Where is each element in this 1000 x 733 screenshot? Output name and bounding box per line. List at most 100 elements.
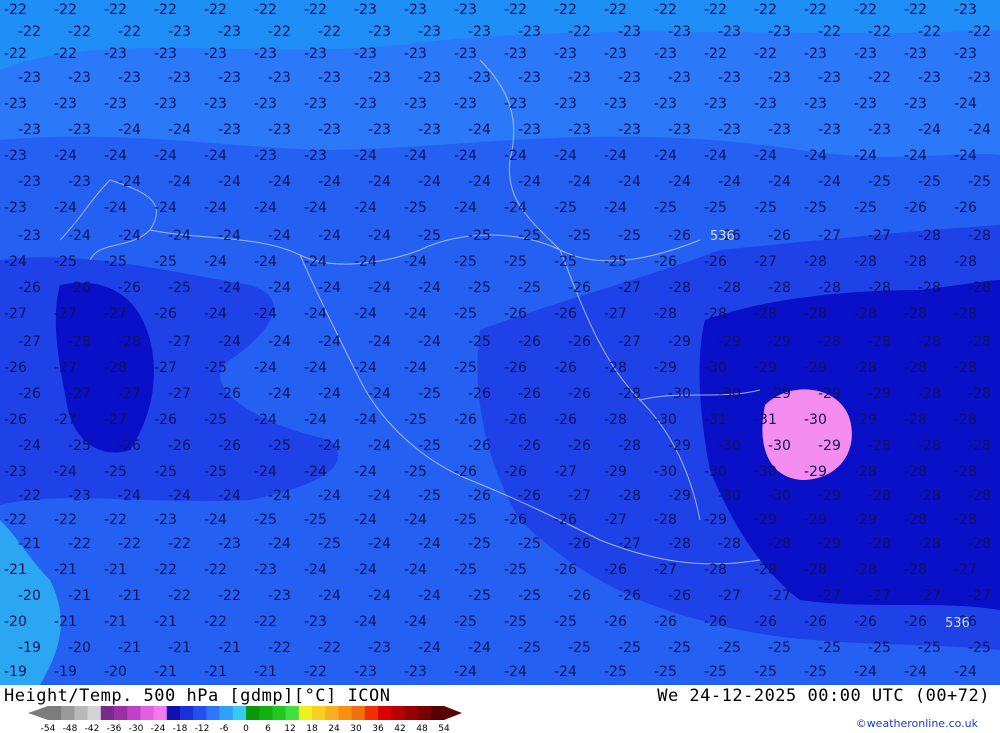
contour-label: -28 xyxy=(854,254,877,270)
contour-label: -26 xyxy=(804,614,827,630)
credit-link[interactable]: ©weatheronline.co.uk xyxy=(856,717,978,730)
contour-label: -28 xyxy=(604,360,627,376)
contour-label: -29 xyxy=(668,488,691,504)
contour-label: -27 xyxy=(818,228,841,244)
contour-label: -28 xyxy=(954,306,977,322)
contour-label: -24 xyxy=(404,254,427,270)
contour-label: -25 xyxy=(968,174,991,190)
contour-label: -27 xyxy=(54,306,77,322)
contour-label: -30 xyxy=(804,412,827,428)
contour-label: -23 xyxy=(554,96,577,112)
contour-label: -24 xyxy=(854,148,877,164)
contour-label: -25 xyxy=(818,640,841,656)
contour-label: -28 xyxy=(918,536,941,552)
scale-tick-label: -18 xyxy=(173,724,188,733)
contour-label: -21 xyxy=(68,588,91,604)
contour-label: -24 xyxy=(18,438,41,454)
contour-label: -22 xyxy=(54,512,77,528)
contour-label: -23 xyxy=(918,70,941,86)
contour-label: -27 xyxy=(618,334,641,350)
contour-label: -24 xyxy=(304,360,327,376)
contour-label: -31 xyxy=(754,412,777,428)
contour-label: -26 xyxy=(4,412,27,428)
contour-label: -23 xyxy=(704,96,727,112)
contour-label: -23 xyxy=(204,46,227,62)
contour-label: -24 xyxy=(318,438,341,454)
contour-label: -23 xyxy=(654,46,677,62)
contour-label: -27 xyxy=(968,588,991,604)
contour-label: -25 xyxy=(404,412,427,428)
contour-label: -25 xyxy=(468,228,491,244)
contour-label: -28 xyxy=(118,334,141,350)
contour-label: -23 xyxy=(518,122,541,138)
contour-label: -22 xyxy=(904,2,927,18)
contour-label: -26 xyxy=(18,280,41,296)
scale-swatch xyxy=(259,706,273,720)
contour-label: -23 xyxy=(268,122,291,138)
contour-label: -23 xyxy=(254,96,277,112)
contour-label: -23 xyxy=(218,536,241,552)
contour-label: -28 xyxy=(904,306,927,322)
contour-label: -21 xyxy=(204,664,227,680)
contour-label: -30 xyxy=(704,464,727,480)
contour-label: -23 xyxy=(954,46,977,62)
contour-label: -24 xyxy=(504,664,527,680)
contour-label: -25 xyxy=(68,438,91,454)
contour-label: -23 xyxy=(354,664,377,680)
contour-label: -23 xyxy=(604,46,627,62)
contour-label: -30 xyxy=(654,464,677,480)
map-title: Height/Temp. 500 hPa [gdmp][°C] ICON xyxy=(4,686,391,706)
contour-label: -24 xyxy=(368,174,391,190)
contour-label: -22 xyxy=(118,536,141,552)
contour-label: -27 xyxy=(604,306,627,322)
contour-label: -25 xyxy=(104,464,127,480)
contour-label: -24 xyxy=(68,228,91,244)
contour-label: -23 xyxy=(4,96,27,112)
contour-label: -24 xyxy=(354,306,377,322)
contour-label: -23 xyxy=(18,70,41,86)
contour-label: -22 xyxy=(704,2,727,18)
contour-label: -25 xyxy=(254,512,277,528)
contour-label: -23 xyxy=(204,96,227,112)
contour-label: -28 xyxy=(704,306,727,322)
contour-label: -27 xyxy=(68,386,91,402)
contour-label: -23 xyxy=(4,464,27,480)
contour-label: -23 xyxy=(118,70,141,86)
contour-label: -24 xyxy=(468,122,491,138)
scale-swatch xyxy=(100,706,115,720)
contour-label: -23 xyxy=(368,640,391,656)
contour-label: -22 xyxy=(68,24,91,40)
contour-label: -24 xyxy=(354,360,377,376)
contour-label: -23 xyxy=(454,46,477,62)
contour-label: -26 xyxy=(468,438,491,454)
valid-time: We 24-12-2025 00:00 UTC (00+72) xyxy=(657,686,990,706)
contour-label: -26 xyxy=(554,512,577,528)
contour-label: -24 xyxy=(254,464,277,480)
contour-label: -25 xyxy=(518,228,541,244)
contour-label: -27 xyxy=(4,306,27,322)
contour-label: -22 xyxy=(204,2,227,18)
contour-label: -23 xyxy=(954,2,977,18)
contour-label: -25 xyxy=(304,512,327,528)
contour-label: -29 xyxy=(868,386,891,402)
contour-label: -23 xyxy=(518,70,541,86)
contour-label: -23 xyxy=(304,614,327,630)
contour-label: -26 xyxy=(768,228,791,244)
contour-label: -21 xyxy=(54,562,77,578)
contour-label: -25 xyxy=(468,334,491,350)
scale-swatch xyxy=(312,706,326,720)
contour-label: -24 xyxy=(118,122,141,138)
contour-label: -25 xyxy=(54,254,77,270)
contour-label: -30 xyxy=(668,386,691,402)
contour-label: -23 xyxy=(618,122,641,138)
scale-tick-label: -36 xyxy=(107,724,122,733)
contour-label: -23 xyxy=(354,46,377,62)
scale-swatch xyxy=(87,706,102,720)
contour-label: -24 xyxy=(604,200,627,216)
scale-tick-label: 18 xyxy=(306,724,318,733)
contour-label: -24 xyxy=(268,386,291,402)
contour-label: -22 xyxy=(504,2,527,18)
contour-label: -19 xyxy=(18,640,41,656)
contour-label: -22 xyxy=(918,24,941,40)
contour-label: -23 xyxy=(368,122,391,138)
